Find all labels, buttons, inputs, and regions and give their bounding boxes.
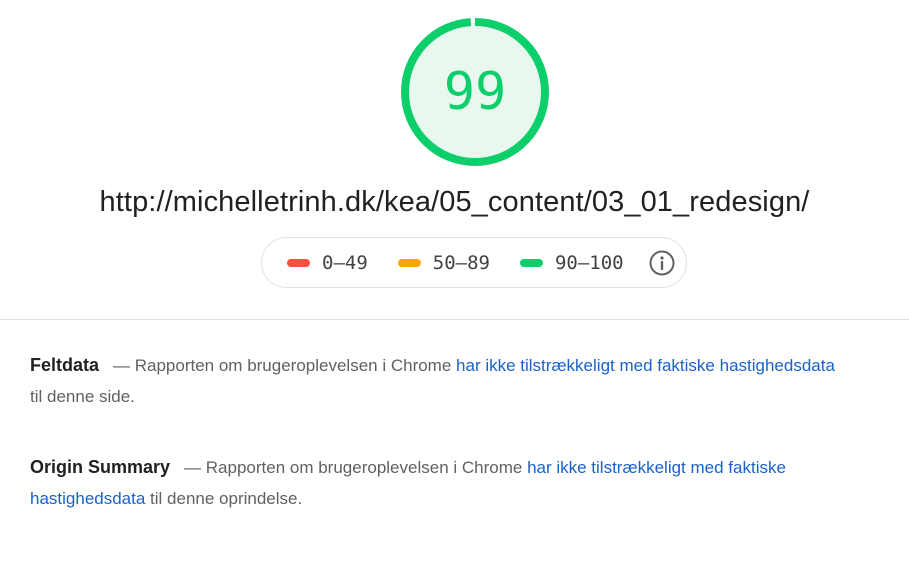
origin-summary-text: Rapporten om brugeroplevelsen i Chrome [201,458,528,477]
legend-label-pass: 90–100 [554,251,624,274]
section-divider [0,319,909,320]
field-data-section: Feltdata — Rapporten om brugeroplevelsen … [30,350,850,412]
performance-score-gauge: 99 [400,17,550,167]
origin-summary-title: Origin Summary [30,457,171,477]
origin-summary-dash: — [184,458,202,477]
field-data-link[interactable]: har ikke tilstrækkeligt med faktiske has… [456,356,835,375]
legend-item-fail: 0–49 [287,252,368,274]
page-url: http://michelletrinh.dk/kea/05_content/0… [99,186,810,218]
origin-summary-section: Origin Summary — Rapporten om brugeroplev… [30,452,850,514]
field-data-title: Feltdata [30,355,100,375]
performance-score-value: 99 [443,62,507,122]
field-data-text: Rapporten om brugeroplevelsen i Chrome [130,356,457,375]
legend-label-fail: 0–49 [322,251,368,274]
legend-swatch-orange [397,258,421,267]
field-data-dash: — [113,356,131,375]
legend-item-average: 50–89 [397,251,490,274]
field-data-text-end: til denne side. [30,387,135,406]
legend-label-average: 50–89 [432,251,490,274]
info-circle-icon[interactable] [649,250,675,276]
legend-item-pass: 90–100 [519,251,624,274]
origin-summary-text-end: til denne oprindelse. [145,489,303,508]
legend-swatch-green [519,258,543,267]
legend-swatch-red [287,258,310,267]
score-legend: 0–49 50–89 90–100 [261,237,687,288]
